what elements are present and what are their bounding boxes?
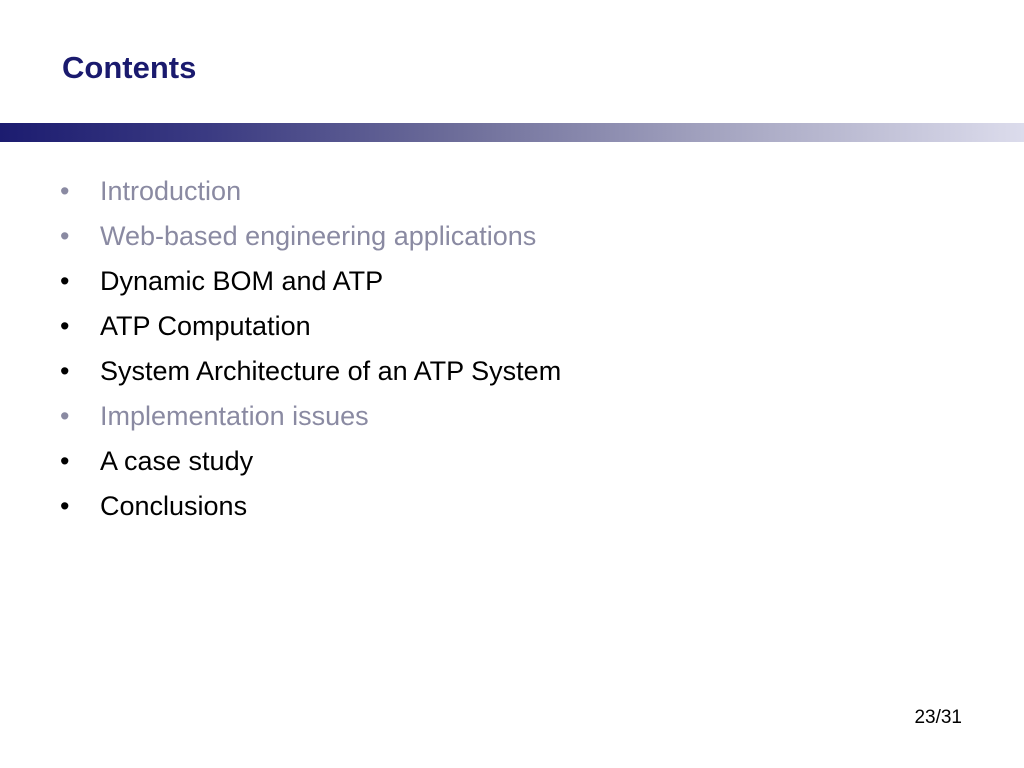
list-item-label: Introduction [100, 176, 242, 206]
bullet-icon: • [60, 401, 70, 431]
list-item-label: Implementation issues [100, 401, 369, 431]
bullet-icon: • [60, 221, 70, 251]
slide: Contents • Introduction • Web-based engi… [0, 0, 1024, 768]
list-item-label: ATP Computation [100, 311, 311, 341]
list-item-label: Conclusions [100, 491, 248, 521]
bullet-icon: • [60, 311, 70, 341]
page-number: 23/31 [914, 707, 962, 728]
list-item-label: System Architecture of an ATP System [100, 356, 562, 386]
title-accent-bar [0, 123, 1024, 142]
slide-title: Contents [62, 50, 197, 85]
bullet-icon: • [60, 266, 70, 296]
bullet-icon: • [60, 491, 70, 521]
list-item-label: A case study [100, 446, 254, 476]
list-item-label: Dynamic BOM and ATP [100, 266, 384, 296]
bullet-icon: • [60, 446, 70, 476]
list-item-label: Web-based engineering applications [100, 221, 537, 251]
bullet-icon: • [60, 176, 70, 206]
bullet-icon: • [60, 356, 70, 386]
